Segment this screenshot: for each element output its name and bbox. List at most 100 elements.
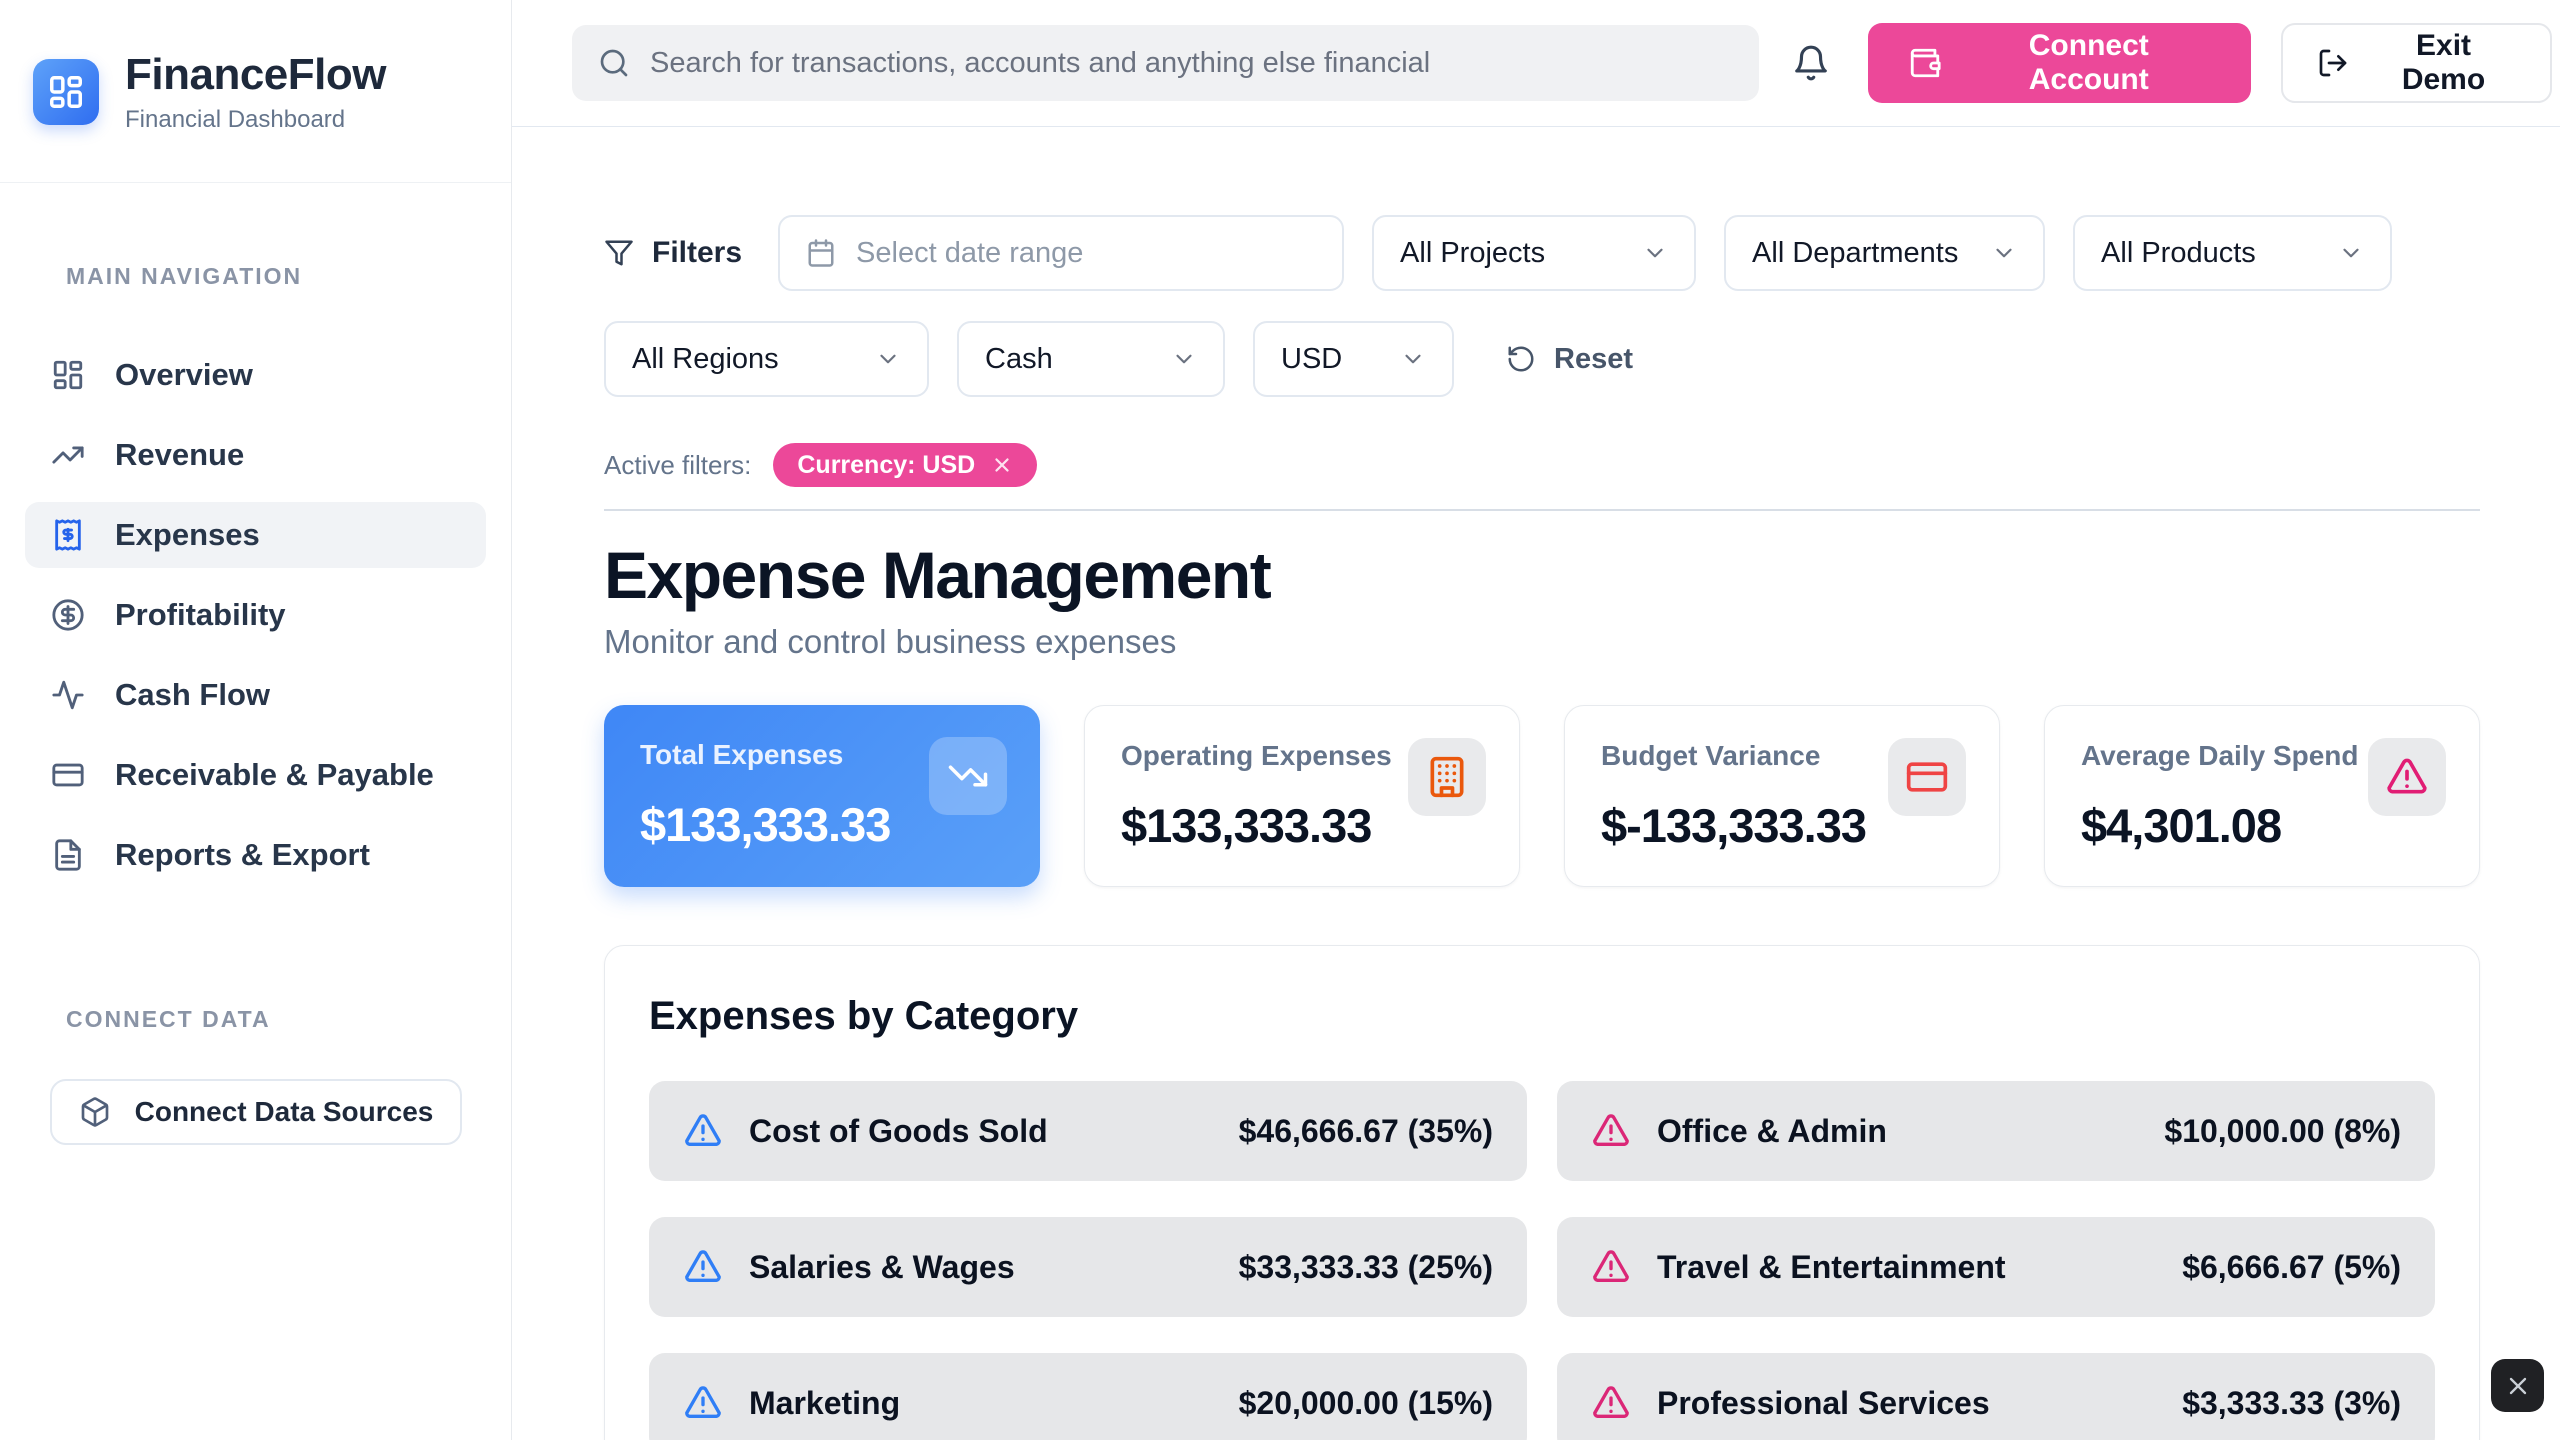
trending-up-icon	[51, 438, 85, 472]
category-value: $20,000.00 (15%)	[1239, 1385, 1493, 1422]
alert-triangle-icon	[1591, 1111, 1631, 1151]
sidebar-item-label: Expenses	[115, 517, 260, 553]
connect-account-button[interactable]: Connect Account	[1868, 23, 2251, 103]
sidebar-item-expenses[interactable]: Expenses	[25, 502, 486, 568]
category-row-cost-of-goods-sold: Cost of Goods Sold $46,666.67 (35%)	[649, 1081, 1527, 1181]
card-icon-badge	[1408, 738, 1486, 816]
package-icon	[79, 1096, 111, 1128]
sidebar-item-cash-flow[interactable]: Cash Flow	[25, 662, 486, 728]
chevron-down-icon	[1991, 240, 2017, 266]
notifications-button[interactable]	[1781, 33, 1840, 93]
alert-triangle-icon	[2385, 755, 2429, 799]
payment-method-select[interactable]: Cash	[957, 321, 1225, 397]
sidebar-item-receivable-payable[interactable]: Receivable & Payable	[25, 742, 486, 808]
currency-select-value: USD	[1281, 343, 1342, 376]
activity-icon	[51, 678, 85, 712]
chevron-down-icon	[1171, 346, 1197, 372]
credit-card-icon	[1905, 755, 1949, 799]
page-title: Expense Management	[604, 537, 2480, 613]
wallet-icon	[1908, 46, 1942, 80]
expenses-by-category-panel: Expenses by Category Cost of Goods Sold …	[604, 945, 2480, 1440]
payment-method-select-value: Cash	[985, 343, 1053, 376]
filters-row-1: Filters Select date range All Projects A…	[604, 215, 2480, 291]
chevron-down-icon	[1400, 346, 1426, 372]
app-title: FinanceFlow	[125, 50, 386, 100]
chevron-down-icon	[1642, 240, 1668, 266]
sidebar-item-overview[interactable]: Overview	[25, 342, 486, 408]
search-input[interactable]	[650, 47, 1733, 80]
products-select-value: All Products	[2101, 237, 2256, 270]
main-content: Filters Select date range All Projects A…	[512, 127, 2560, 1440]
section-divider	[604, 509, 2480, 511]
category-value: $46,666.67 (35%)	[1239, 1113, 1493, 1150]
app-logo	[33, 59, 99, 125]
category-value: $6,666.67 (5%)	[2182, 1249, 2401, 1286]
close-overlay-button[interactable]	[2491, 1359, 2544, 1412]
category-row-professional-services: Professional Services $3,333.33 (3%)	[1557, 1353, 2435, 1440]
date-range-placeholder: Select date range	[856, 237, 1083, 270]
log-out-icon	[2317, 47, 2349, 79]
active-filter-chip-label: Currency: USD	[797, 451, 975, 480]
receipt-icon	[51, 518, 85, 552]
active-filters-label: Active filters:	[604, 450, 751, 481]
alert-triangle-icon	[683, 1383, 723, 1423]
chevron-down-icon	[2338, 240, 2364, 266]
products-select[interactable]: All Products	[2073, 215, 2392, 291]
main-navigation: Overview Revenue Expenses	[0, 342, 511, 888]
panel-title: Expenses by Category	[649, 994, 2435, 1039]
budget-variance-card[interactable]: Budget Variance $-133,333.33	[1564, 705, 2000, 887]
category-value: $33,333.33 (25%)	[1239, 1249, 1493, 1286]
average-daily-spend-card[interactable]: Average Daily Spend $4,301.08	[2044, 705, 2480, 887]
sidebar: FinanceFlow Financial Dashboard MAIN NAV…	[0, 0, 512, 1440]
category-list: Cost of Goods Sold $46,666.67 (35%) Offi…	[649, 1081, 2435, 1440]
active-filter-chip: Currency: USD	[773, 443, 1037, 487]
date-range-input[interactable]: Select date range	[778, 215, 1344, 291]
exit-demo-button[interactable]: Exit Demo	[2281, 23, 2552, 103]
operating-expenses-card[interactable]: Operating Expenses $133,333.33	[1084, 705, 1520, 887]
brand: FinanceFlow Financial Dashboard	[0, 0, 511, 134]
category-label: Salaries & Wages	[749, 1249, 1015, 1286]
currency-select[interactable]: USD	[1253, 321, 1454, 397]
regions-select-value: All Regions	[632, 343, 779, 376]
sidebar-item-label: Cash Flow	[115, 677, 270, 713]
connect-data-sources-button[interactable]: Connect Data Sources	[50, 1079, 462, 1145]
exit-demo-label: Exit Demo	[2371, 29, 2516, 97]
category-row-salaries-wages: Salaries & Wages $33,333.33 (25%)	[649, 1217, 1527, 1317]
file-text-icon	[51, 838, 85, 872]
alert-triangle-icon	[1591, 1383, 1631, 1423]
chevron-down-icon	[875, 346, 901, 372]
filters-row-2: All Regions Cash USD Reset	[604, 321, 2480, 397]
close-icon[interactable]	[991, 454, 1013, 476]
sidebar-item-reports-export[interactable]: Reports & Export	[25, 822, 486, 888]
category-value: $3,333.33 (3%)	[2182, 1385, 2401, 1422]
regions-select[interactable]: All Regions	[604, 321, 929, 397]
trending-down-icon	[947, 755, 989, 797]
page-subtitle: Monitor and control business expenses	[604, 623, 2480, 661]
reset-label: Reset	[1554, 343, 1633, 376]
alert-triangle-icon	[683, 1111, 723, 1151]
card-icon-badge	[2368, 738, 2446, 816]
category-row-travel-entertainment: Travel & Entertainment $6,666.67 (5%)	[1557, 1217, 2435, 1317]
funnel-icon	[604, 238, 634, 268]
card-icon-badge	[1888, 738, 1966, 816]
sidebar-item-label: Overview	[115, 357, 253, 393]
departments-select[interactable]: All Departments	[1724, 215, 2045, 291]
app-tagline: Financial Dashboard	[125, 106, 386, 134]
projects-select[interactable]: All Projects	[1372, 215, 1696, 291]
close-icon	[2504, 1372, 2532, 1400]
sidebar-item-label: Reports & Export	[115, 837, 370, 873]
sidebar-item-label: Revenue	[115, 437, 244, 473]
summary-cards: Total Expenses $133,333.33 Operating Exp…	[604, 705, 2480, 887]
alert-triangle-icon	[1591, 1247, 1631, 1287]
sidebar-item-revenue[interactable]: Revenue	[25, 422, 486, 488]
category-label: Professional Services	[1657, 1385, 1990, 1422]
sidebar-divider	[0, 182, 511, 183]
sidebar-item-profitability[interactable]: Profitability	[25, 582, 486, 648]
total-expenses-card[interactable]: Total Expenses $133,333.33	[604, 705, 1040, 887]
reset-filters-button[interactable]: Reset	[1506, 343, 1633, 376]
search-box	[572, 25, 1759, 101]
connect-section-label: CONNECT DATA	[66, 1006, 511, 1033]
building-icon	[1425, 755, 1469, 799]
category-label: Office & Admin	[1657, 1113, 1887, 1150]
filters-title: Filters	[604, 236, 742, 270]
